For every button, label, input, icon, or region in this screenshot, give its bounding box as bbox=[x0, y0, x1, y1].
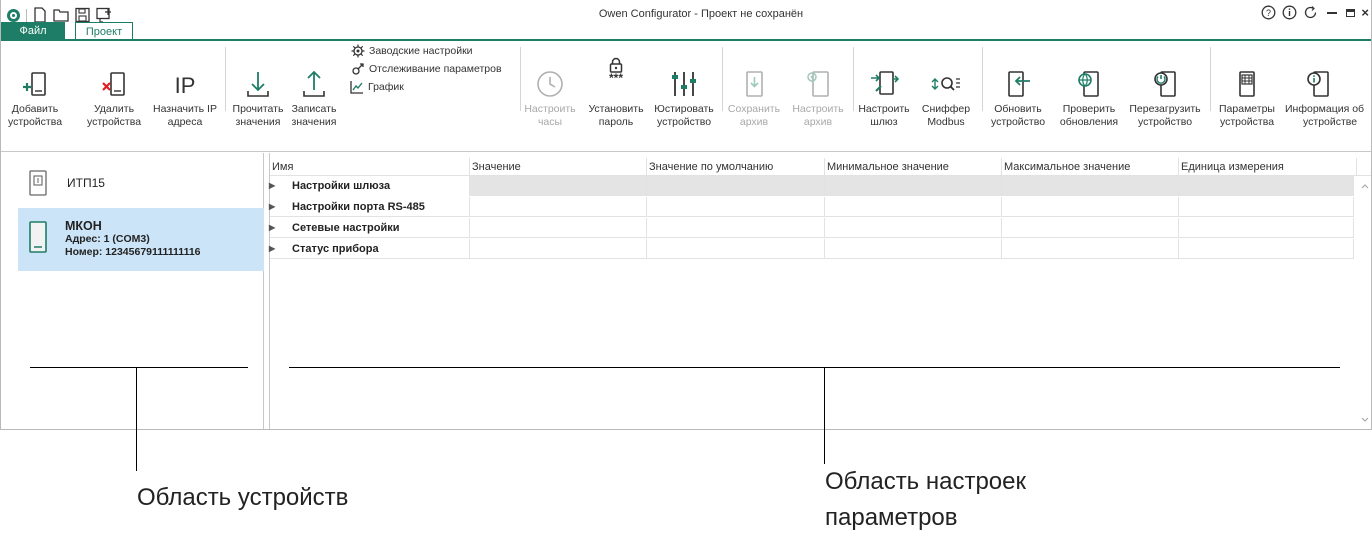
device-name: ИТП15 bbox=[67, 176, 105, 190]
set-clock-button[interactable]: Настроить часы bbox=[524, 41, 576, 152]
factory-settings-icon bbox=[351, 44, 365, 58]
gateway-icon bbox=[871, 71, 899, 95]
ip-icon: IP bbox=[174, 73, 196, 98]
column-header-max[interactable]: Максимальное значение bbox=[1002, 158, 1179, 175]
reboot-device-button[interactable]: Перезагрузить устройство bbox=[1124, 41, 1206, 152]
expand-arrow-icon[interactable]: ▶ bbox=[269, 197, 275, 217]
globe-device-icon bbox=[1078, 71, 1099, 97]
modbus-sniffer-button[interactable]: Сниффер Modbus bbox=[916, 41, 976, 152]
device-item[interactable]: ИТП15 bbox=[18, 165, 264, 201]
sliders-icon bbox=[672, 72, 696, 96]
svg-text:?: ? bbox=[1266, 8, 1271, 18]
remove-device-icon bbox=[102, 72, 125, 96]
factory-settings-button[interactable]: Заводские настройки bbox=[351, 44, 473, 58]
tab-file[interactable]: Файл bbox=[1, 22, 65, 40]
parameter-grid: Имя Значение Значение по умолчанию Миним… bbox=[269, 153, 1372, 429]
minimize-button[interactable] bbox=[1327, 11, 1338, 14]
set-password-button[interactable]: *** Установить пароль bbox=[586, 41, 646, 152]
archive-settings-icon bbox=[807, 71, 829, 97]
maximize-button[interactable] bbox=[1346, 8, 1356, 17]
column-header-unit[interactable]: Единица измерения bbox=[1179, 158, 1357, 175]
scroll-down-icon[interactable] bbox=[1357, 414, 1372, 426]
row-label: Сетевые настройки bbox=[292, 222, 400, 234]
device-address: Адрес: 1 (COM3) bbox=[65, 233, 150, 245]
device-info-icon bbox=[1307, 71, 1329, 97]
password-mask-icon: *** bbox=[608, 71, 623, 85]
help-icon[interactable]: ? bbox=[1261, 5, 1276, 20]
device-info-button[interactable]: Информация об устройстве bbox=[1283, 41, 1371, 152]
window-controls: ? × bbox=[1261, 5, 1369, 20]
clock-icon bbox=[537, 71, 563, 97]
table-row[interactable]: ▶ Настройки порта RS-485 bbox=[269, 197, 1354, 217]
ribbon-separator bbox=[520, 47, 521, 111]
check-updates-button[interactable]: Проверить обновления bbox=[1054, 41, 1124, 152]
tracking-icon bbox=[352, 63, 364, 75]
grid-header: Имя Значение Значение по умолчанию Миним… bbox=[270, 158, 1371, 176]
expand-arrow-icon[interactable]: ▶ bbox=[269, 176, 275, 196]
ribbon-separator bbox=[1210, 47, 1211, 111]
config-gateway-button[interactable]: Настроить шлюз bbox=[854, 41, 914, 152]
column-header-value[interactable]: Значение bbox=[470, 158, 647, 175]
device-panel: ИТП15 МКОН Адрес: 1 (COM3) Номер: 123456… bbox=[1, 153, 264, 429]
read-values-button[interactable]: Прочитать значения bbox=[227, 41, 289, 152]
device-icon bbox=[29, 221, 47, 253]
window-title: Owen Configurator - Проект не сохранён bbox=[598, 8, 804, 20]
add-device-button[interactable]: Добавить устройства bbox=[1, 41, 69, 152]
device-name: МКОН bbox=[65, 219, 102, 233]
device-item-selected[interactable]: МКОН Адрес: 1 (COM3) Номер: 123456791111… bbox=[18, 208, 264, 271]
params-area-pointer bbox=[824, 367, 825, 464]
table-row[interactable]: ▶ Статус прибора bbox=[269, 239, 1354, 259]
params-area-bracket bbox=[289, 367, 1340, 368]
update-device-icon bbox=[1008, 71, 1030, 97]
remove-device-button[interactable]: Удалить устройства bbox=[81, 41, 147, 152]
download-arrow-icon bbox=[247, 72, 269, 97]
adjust-device-button[interactable]: Юстировать устройство bbox=[649, 41, 719, 152]
save-archive-icon bbox=[746, 71, 763, 97]
app-window: Owen Configurator - Проект не сохранён ?… bbox=[0, 0, 1372, 430]
table-row[interactable]: ▶ Сетевые настройки bbox=[269, 218, 1354, 238]
config-archive-button[interactable]: Настроить архив bbox=[787, 41, 849, 152]
devices-area-bracket bbox=[30, 367, 248, 368]
devices-area-pointer bbox=[136, 367, 137, 471]
tab-project[interactable]: Проект bbox=[75, 22, 133, 40]
close-button[interactable]: × bbox=[1361, 6, 1369, 19]
write-values-button[interactable]: Записать значения bbox=[285, 41, 343, 152]
table-row[interactable]: ▶ Настройки шлюза bbox=[269, 176, 1354, 196]
scroll-up-icon[interactable] bbox=[1357, 180, 1372, 192]
vertical-scrollbar[interactable] bbox=[1357, 176, 1372, 426]
reboot-icon bbox=[1154, 71, 1176, 97]
title-bar: Owen Configurator - Проект не сохранён ?… bbox=[1, 0, 1371, 28]
sniffer-icon bbox=[931, 77, 960, 91]
update-device-button[interactable]: Обновить устройство bbox=[982, 41, 1054, 152]
chart-icon bbox=[350, 81, 363, 94]
ribbon-separator bbox=[225, 47, 226, 111]
expand-arrow-icon[interactable]: ▶ bbox=[269, 239, 275, 259]
devices-area-label: Область устройств bbox=[137, 484, 349, 511]
device-icon bbox=[29, 170, 47, 196]
params-area-label-line1: Область настроек bbox=[825, 468, 1026, 495]
row-label: Статус прибора bbox=[292, 243, 379, 255]
expand-arrow-icon[interactable]: ▶ bbox=[269, 218, 275, 238]
ribbon: Добавить устройства Удалить устройства I… bbox=[1, 41, 1371, 152]
column-header-min[interactable]: Минимальное значение bbox=[825, 158, 1002, 175]
params-area-label-line2: параметров bbox=[825, 504, 958, 531]
save-archive-button[interactable]: Сохранить архив bbox=[723, 41, 785, 152]
ribbon-tabs: Файл Проект bbox=[1, 22, 133, 40]
column-header-default[interactable]: Значение по умолчанию bbox=[647, 158, 825, 175]
upload-arrow-icon bbox=[303, 70, 325, 97]
device-params-icon bbox=[1239, 71, 1255, 97]
add-device-icon bbox=[23, 72, 46, 96]
graph-button[interactable]: График bbox=[350, 80, 404, 94]
info-icon[interactable] bbox=[1282, 5, 1297, 20]
refresh-icon[interactable] bbox=[1303, 5, 1318, 20]
row-label: Настройки шлюза bbox=[292, 180, 391, 192]
device-number: Номер: 12345679111111116 bbox=[65, 246, 201, 258]
assign-ip-button[interactable]: IP Назначить IP адреса bbox=[146, 41, 224, 152]
row-label: Настройки порта RS-485 bbox=[292, 201, 425, 213]
param-tracking-button[interactable]: Отслеживание параметров bbox=[351, 62, 502, 76]
device-params-button[interactable]: Параметры устройства bbox=[1213, 41, 1281, 152]
column-header-name[interactable]: Имя bbox=[270, 158, 470, 175]
